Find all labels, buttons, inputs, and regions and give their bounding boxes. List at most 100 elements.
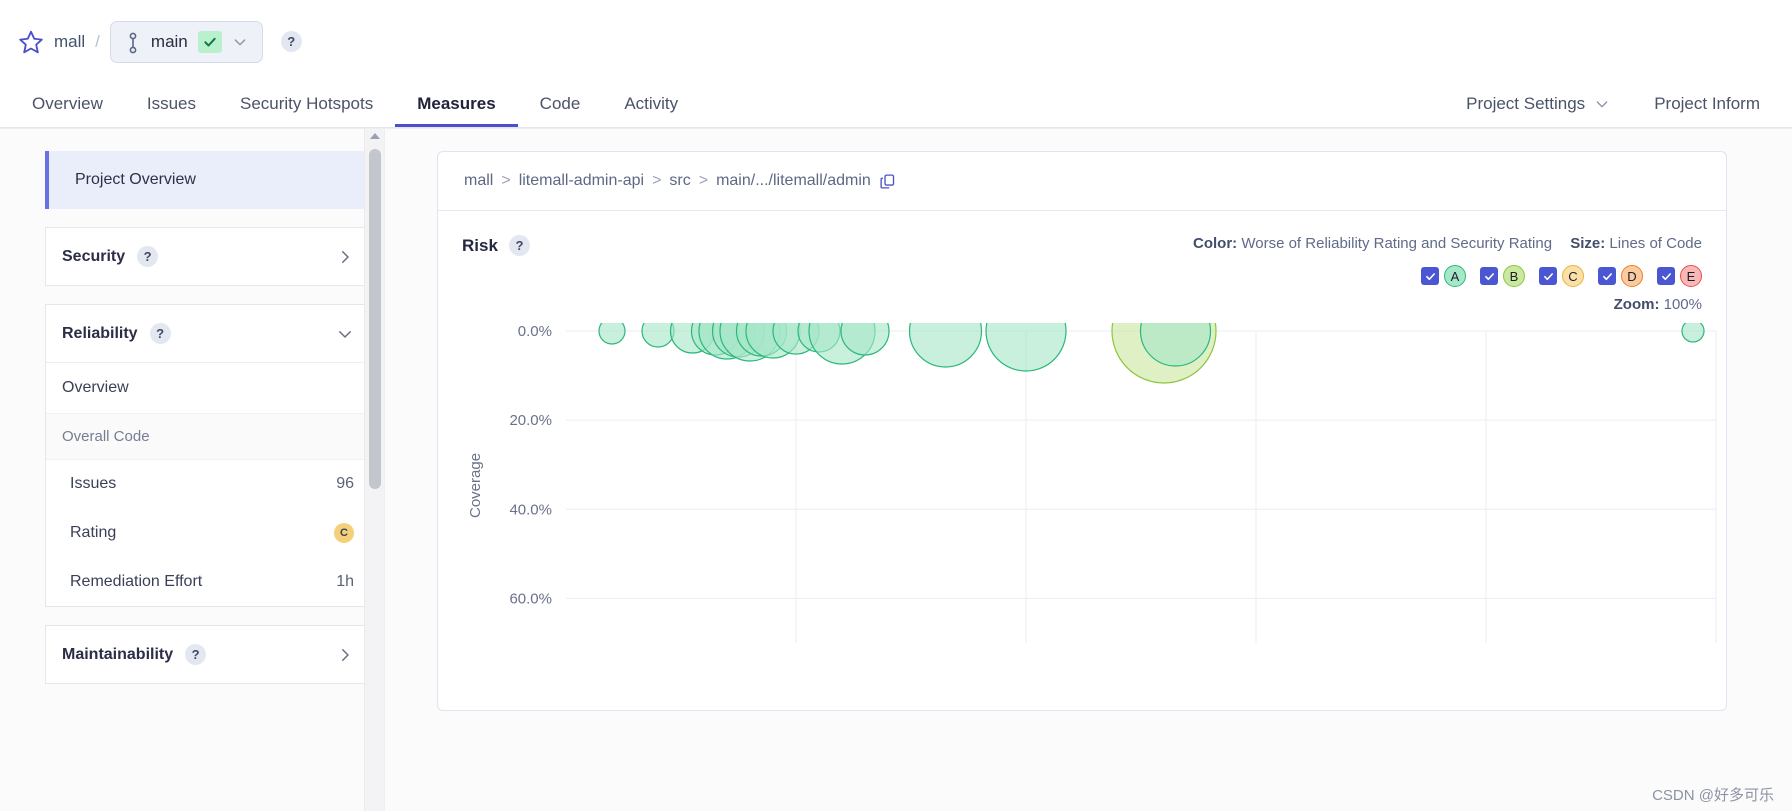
checkbox-d[interactable] [1598, 267, 1616, 285]
rating-badge-b: B [1503, 265, 1525, 287]
rating-badge-d: D [1621, 265, 1643, 287]
bubble-point[interactable] [598, 317, 626, 345]
rating-badge-e: E [1680, 265, 1702, 287]
chevron-right-icon[interactable] [336, 248, 354, 266]
sidebar-panel-security: Security ? [45, 227, 373, 286]
help-icon[interactable]: ? [149, 323, 171, 344]
breadcrumb-item-src[interactable]: src [669, 172, 690, 190]
measures-sidebar: Project Overview Security ? Reliability … [0, 129, 385, 811]
legend-size-label: Size: [1570, 235, 1606, 252]
help-icon[interactable]: ? [137, 246, 159, 267]
copy-icon[interactable] [879, 173, 896, 190]
zoom-label: Zoom: [1613, 296, 1660, 313]
project-name[interactable]: mall [54, 32, 85, 52]
bubble-point[interactable] [1681, 319, 1705, 343]
sidebar-panel-reliability-header[interactable]: Reliability ? [46, 305, 372, 362]
quality-gate-passed-icon [197, 30, 222, 53]
chevron-down-icon[interactable] [232, 34, 248, 50]
sidebar-item-reliability-overview[interactable]: Overview [46, 363, 372, 413]
checkbox-c[interactable] [1539, 267, 1557, 285]
rating-filter-b[interactable]: B [1480, 265, 1525, 287]
sidebar-metric-issues[interactable]: Issues 96 [46, 460, 372, 508]
sidebar-metric-remediation-effort[interactable]: Remediation Effort 1h [46, 558, 372, 606]
tab-activity[interactable]: Activity [602, 83, 700, 127]
sidebar-content: Project Overview Security ? Reliability … [45, 151, 373, 684]
tab-overview[interactable]: Overview [10, 83, 125, 127]
sidebar-metric-rating-label: Rating [70, 524, 117, 541]
tab-activity-label: Activity [624, 93, 679, 113]
tab-issues[interactable]: Issues [125, 83, 218, 127]
breadcrumb-item-mall[interactable]: mall [464, 172, 493, 190]
sidebar-item-project-overview[interactable]: Project Overview [45, 151, 373, 209]
help-icon[interactable]: ? [280, 31, 302, 52]
rating-filter-d[interactable]: D [1598, 265, 1643, 287]
menu-project-information[interactable]: Project Inform [1632, 83, 1782, 127]
breadcrumb-item-admin[interactable]: main/.../litemall/admin [716, 172, 871, 190]
tab-code-label: Code [539, 93, 581, 113]
chevron-down-icon[interactable] [336, 325, 354, 343]
sidebar-metric-issues-value: 96 [336, 475, 354, 492]
help-icon[interactable]: ? [508, 235, 530, 256]
y-axis-tick-label: 60.0% [509, 590, 552, 607]
scroll-up-icon[interactable] [370, 133, 380, 139]
main-content: mall > litemall-admin-api > src > main/.… [385, 129, 1792, 811]
breadcrumb-separator: > [698, 172, 709, 189]
rating-filter-c[interactable]: C [1539, 265, 1584, 287]
tab-measures[interactable]: Measures [395, 83, 518, 127]
sidebar-scrollbar[interactable] [364, 129, 384, 811]
breadcrumb-separator: / [95, 31, 100, 51]
star-icon[interactable] [18, 29, 44, 55]
nav-primary-tabs: Overview Issues Security Hotspots Measur… [10, 83, 700, 127]
bubble-point[interactable] [908, 294, 983, 368]
checkbox-e[interactable] [1657, 267, 1675, 285]
scrollbar-thumb[interactable] [369, 149, 381, 489]
chart-legend: Color: Worse of Reliability Rating and S… [1193, 235, 1702, 313]
breadcrumb-item-litemall-admin-api[interactable]: litemall-admin-api [519, 172, 644, 190]
y-axis-tick-label: 40.0% [509, 501, 552, 518]
chart-svg: 0.0% 20.0% 40.0% 60.0% Coverage [467, 278, 1717, 643]
bubble-point[interactable] [985, 290, 1067, 372]
legend-size-value: Lines of Code [1609, 235, 1702, 252]
rating-badge-a: A [1444, 265, 1466, 287]
tab-code[interactable]: Code [518, 83, 603, 127]
y-axis-tick-label: 20.0% [509, 412, 552, 429]
legend-metrics: Color: Worse of Reliability Rating and S… [1193, 235, 1702, 252]
legend-color-value: Worse of Reliability Rating and Security… [1241, 235, 1553, 252]
sidebar-panel-maintainability-header[interactable]: Maintainability ? [46, 626, 372, 683]
legend-color-label: Color: [1193, 235, 1238, 252]
page-title: Risk ? [462, 235, 530, 256]
breadcrumb-separator: > [501, 172, 511, 189]
tab-security-hotspots-label: Security Hotspots [240, 93, 374, 113]
sidebar-section-overall-code: Overall Code [46, 413, 372, 460]
menu-project-settings[interactable]: Project Settings [1444, 83, 1632, 127]
checkbox-b[interactable] [1480, 267, 1498, 285]
branch-selector[interactable]: main [109, 20, 263, 63]
zoom-level: Zoom: 100% [1193, 296, 1702, 313]
page-title-label: Risk [462, 235, 498, 255]
chart-header: Risk ? Color: Worse of Reliability Ratin… [438, 211, 1726, 313]
status-badge: C [334, 523, 354, 543]
top-breadcrumb-bar: mall / main ? [0, 0, 1792, 83]
sidebar-item-project-overview-label: Project Overview [75, 171, 196, 188]
chevron-right-icon[interactable] [336, 646, 354, 664]
rating-badge-c: C [1562, 265, 1584, 287]
rating-filter-group: A B C D E [1193, 265, 1702, 287]
help-icon[interactable]: ? [185, 644, 207, 665]
sidebar-metric-remediation-effort-value: 1h [336, 573, 354, 590]
checkbox-a[interactable] [1421, 267, 1439, 285]
sidebar-metric-remediation-effort-label: Remediation Effort [70, 573, 203, 590]
watermark: CSDN @好多可乐 [1652, 787, 1774, 804]
branch-label: main [150, 31, 188, 51]
rating-filter-a[interactable]: A [1421, 265, 1466, 287]
y-axis-title: Coverage [467, 453, 484, 518]
bubble-point[interactable] [641, 314, 675, 348]
sidebar-metric-issues-label: Issues [70, 475, 117, 492]
sidebar-metric-rating[interactable]: Rating C [46, 508, 372, 558]
sidebar-panel-security-header[interactable]: Security ? [46, 228, 372, 285]
nav-secondary-tabs: Project Settings Project Inform [1444, 83, 1782, 127]
tab-measures-label: Measures [417, 93, 496, 113]
rating-filter-e[interactable]: E [1657, 265, 1702, 287]
tab-security-hotspots[interactable]: Security Hotspots [218, 83, 395, 127]
menu-project-settings-label: Project Settings [1466, 93, 1586, 113]
risk-bubble-chart[interactable]: 0.0% 20.0% 40.0% 60.0% Coverage [438, 278, 1726, 653]
